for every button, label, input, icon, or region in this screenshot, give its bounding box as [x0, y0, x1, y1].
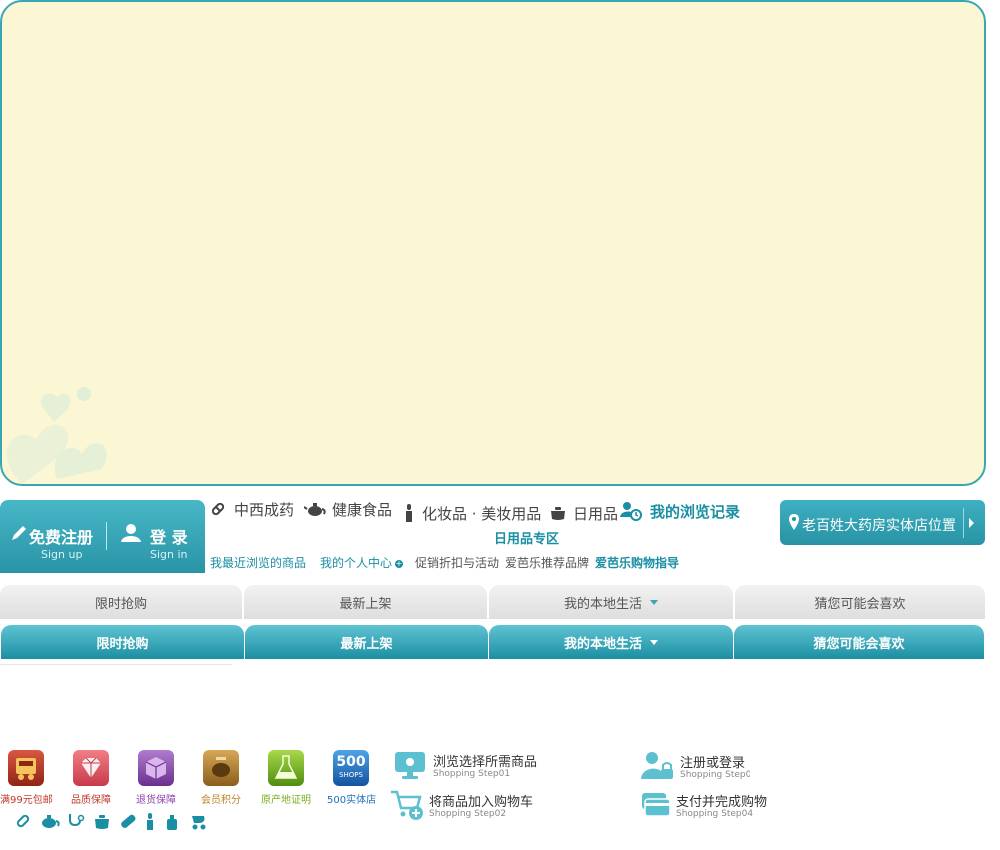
register-button[interactable]: 免费注册 Sign up — [8, 520, 104, 564]
box-icon — [138, 750, 174, 786]
recommended-brands-link[interactable]: 爱芭乐推荐品牌 — [505, 554, 589, 571]
pot-icon — [551, 507, 565, 520]
step-title: 注册或登录 — [680, 756, 746, 771]
step-subtitle: Shopping Step01 — [433, 769, 511, 779]
store-location-label: 老百姓大药房实体店位置 — [802, 518, 956, 534]
category-daily-goods[interactable]: 日用品 — [549, 502, 618, 524]
store-button-divider — [963, 508, 964, 538]
step-title: 支付并完成购物 — [676, 795, 768, 810]
step-subtitle: Shopping Step04 — [676, 809, 754, 819]
lipstick-icon — [406, 504, 412, 522]
personal-center-label: 我的个人中心 — [320, 556, 393, 570]
tab-local-life-gray[interactable]: 我的本地生活 — [489, 585, 733, 619]
tab-label: 最新上架 — [339, 596, 392, 612]
flask-icon — [268, 750, 304, 786]
signin-sublabel: Sign in — [150, 548, 188, 561]
location-pin-icon — [789, 514, 799, 530]
pot-icon[interactable] — [92, 812, 112, 830]
stethoscope-icon[interactable] — [66, 812, 86, 830]
shops-icon: 500 SHOPS — [333, 750, 369, 786]
step-title: 浏览选择所需商品 — [433, 755, 538, 770]
user-icon — [121, 524, 141, 542]
lipstick-icon[interactable] — [144, 812, 156, 830]
free-shipping-label: 满99元包邮 — [0, 795, 53, 806]
step-subtitle: Shopping Step03 — [680, 770, 750, 780]
category-icon-row — [14, 812, 210, 834]
stroller-icon[interactable] — [188, 812, 210, 830]
register-label: 免费注册 — [29, 528, 94, 547]
tab-local-life[interactable]: 我的本地生活 — [489, 625, 733, 659]
arrow-right-icon — [969, 518, 974, 528]
banner-panel — [0, 0, 986, 486]
hearts-decoration-icon — [6, 387, 107, 484]
piggy-bank-icon — [203, 750, 239, 786]
tab-flash-sale-gray[interactable]: 限时抢购 — [0, 585, 242, 619]
step-subtitle: Shopping Step02 — [429, 809, 507, 819]
card-icon — [642, 793, 671, 817]
category-label: 健康食品 — [332, 500, 393, 519]
signin-button[interactable]: 登 录 Sign in — [118, 520, 198, 564]
tab-recommend[interactable]: 猜您可能会喜欢 — [734, 625, 984, 659]
register-sublabel: Sign up — [41, 548, 83, 561]
category-label: 化妆品 · 美妆用品 — [422, 504, 542, 523]
tab-recommend-gray[interactable]: 猜您可能会喜欢 — [735, 585, 985, 619]
quality-label: 品质保障 — [71, 795, 111, 806]
plus-circle-icon: + — [395, 558, 404, 568]
shopping-guide-link[interactable]: 爱芭乐购物指导 — [595, 554, 679, 571]
stores-label: 500实体店 — [327, 795, 377, 806]
history-label: 我的浏览记录 — [650, 502, 741, 521]
spray-bottle-icon[interactable] — [162, 812, 182, 830]
personal-center-link[interactable]: 我的个人中心 + — [320, 554, 404, 571]
tab-label: 限时抢购 — [96, 636, 149, 652]
bandage-icon[interactable] — [118, 812, 138, 830]
tab-new-arrivals-gray[interactable]: 最新上架 — [244, 585, 487, 619]
browsing-history-link[interactable]: 我的浏览记录 — [620, 500, 740, 522]
login-block: 免费注册 Sign up 登 录 Sign in — [0, 500, 205, 573]
pill-icon[interactable] — [14, 812, 32, 830]
tab-label: 我的本地生活 — [563, 636, 642, 652]
pill-icon — [211, 502, 225, 516]
tab-label: 我的本地生活 — [563, 596, 642, 612]
store-location-button[interactable]: 老百姓大药房实体店位置 — [780, 500, 985, 545]
diamond-icon — [73, 750, 109, 786]
daily-goods-zone-link[interactable]: 日用品专区 — [494, 528, 559, 547]
category-medicine[interactable]: 中西成药 — [210, 498, 294, 520]
origin-label: 原产地证明 — [261, 795, 311, 806]
signin-label: 登 录 — [150, 528, 188, 547]
tab-label: 猜您可能会喜欢 — [813, 636, 905, 652]
promotions-link[interactable]: 促销折扣与活动 — [415, 554, 499, 571]
divider — [0, 664, 232, 665]
tab-label: 最新上架 — [340, 636, 393, 652]
monitor-icon — [395, 752, 425, 779]
caret-down-icon — [650, 639, 658, 645]
category-label: 日用品 — [573, 504, 619, 523]
shops-word: SHOPS — [339, 771, 363, 779]
user-clock-icon — [620, 502, 642, 521]
points-label: 会员积分 — [201, 795, 241, 806]
recent-viewed-link[interactable]: 我最近浏览的商品 — [210, 554, 306, 571]
tab-new-arrivals[interactable]: 最新上架 — [245, 625, 488, 659]
login-divider — [106, 522, 107, 550]
teapot-icon[interactable] — [38, 812, 60, 830]
caret-down-icon — [650, 599, 658, 605]
tab-label: 猜您可能会喜欢 — [814, 596, 906, 612]
category-cosmetics[interactable]: 化妆品 · 美妆用品 — [404, 502, 541, 524]
category-health-food[interactable]: 健康食品 — [304, 498, 392, 520]
tab-flash-sale[interactable]: 限时抢购 — [1, 625, 244, 659]
pencil-icon — [12, 526, 26, 540]
return-label: 退货保障 — [136, 795, 176, 806]
teapot-icon — [304, 503, 326, 516]
user-lock-icon — [641, 752, 673, 779]
cart-add-icon — [391, 790, 423, 820]
category-label: 中西成药 — [234, 500, 295, 519]
shops-count: 500 — [336, 754, 366, 770]
step-title: 将商品加入购物车 — [429, 795, 534, 810]
tab-label: 限时抢购 — [94, 596, 147, 612]
truck-icon — [8, 750, 44, 786]
